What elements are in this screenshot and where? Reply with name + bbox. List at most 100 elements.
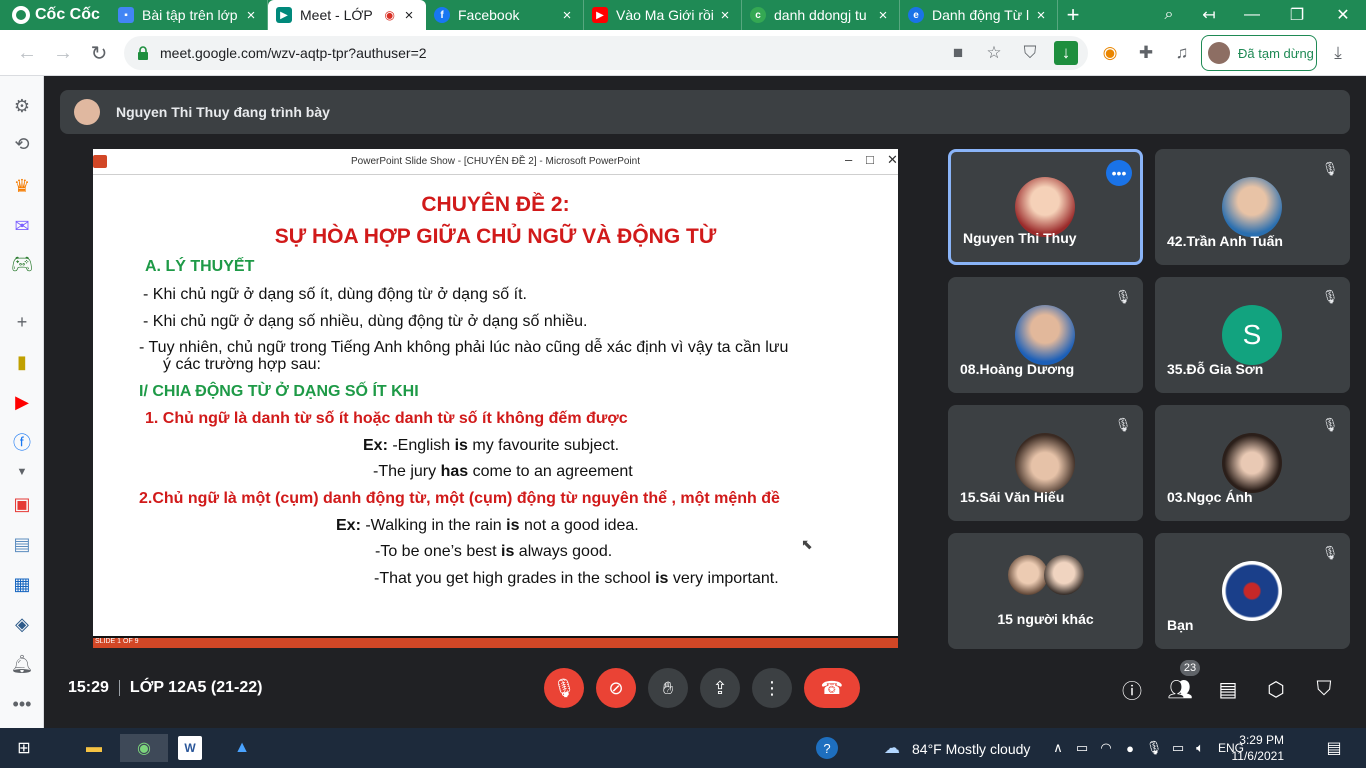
download-tray-icon[interactable]: ⤓	[1326, 41, 1350, 65]
participant-tile[interactable]: 🎙︎ 42.Trần Anh Tuấn	[1155, 149, 1350, 265]
tab-meet[interactable]: ▶ Meet - LỚP ◉ ×	[268, 0, 426, 30]
volume-icon[interactable]: 🔈︎	[1186, 734, 1214, 762]
tab-youtube[interactable]: ▶ Vào Ma Giới rồi ×	[584, 0, 742, 30]
maximize-icon: □	[866, 152, 874, 167]
close-tab-icon[interactable]: ×	[875, 7, 891, 24]
weather-text[interactable]: 84°F Mostly cloudy	[912, 741, 1030, 757]
notifications-icon[interactable]: ▤	[1320, 734, 1348, 762]
coccoc-taskbar-icon[interactable]: ◉	[120, 734, 168, 762]
address-field[interactable]: meet.google.com/wzv-aqtp-tpr?authuser=2	[124, 36, 1088, 70]
shield-icon[interactable]: ⛉	[1018, 41, 1042, 65]
participant-tile[interactable]: 🎙︎ 03.Ngọc Ánh	[1155, 405, 1350, 521]
more-options-button[interactable]: •••	[1106, 160, 1132, 186]
music-icon[interactable]: ♫	[1170, 41, 1194, 65]
tab-coccoc-search[interactable]: c danh ddongj tu ×	[742, 0, 900, 30]
more-options-button[interactable]: ⋮	[752, 668, 792, 708]
settings-gear-icon[interactable]: ⚙	[8, 92, 36, 120]
presenter-banner: Nguyen Thi Thuy đang trình bày	[60, 90, 1350, 134]
back-arrow-icon[interactable]: ↤	[1186, 0, 1232, 30]
tab-facebook[interactable]: f Facebook ×	[426, 0, 584, 30]
app-icon[interactable]: ◈	[8, 610, 36, 638]
meet-icon: ▶	[276, 7, 292, 23]
notes-icon[interactable]: ▮	[8, 348, 36, 376]
activities-icon[interactable]: ⬡	[1263, 676, 1289, 702]
chat-icon[interactable]: ▤	[1215, 676, 1241, 702]
present-button[interactable]: ⇪	[700, 668, 740, 708]
ex-text: -Walking in the rain	[360, 517, 507, 534]
extensions-puzzle-icon[interactable]: ✚	[1134, 41, 1158, 65]
people-icon[interactable]: 👥︎	[1167, 676, 1193, 702]
participant-tile[interactable]: 🎙︎ 15.Sái Văn Hiếu	[948, 405, 1143, 521]
meeting-details-icon[interactable]: ⓘ	[1119, 676, 1145, 703]
reload-button[interactable]: ↻	[84, 38, 114, 68]
bookmark-star-icon[interactable]: ☆	[982, 41, 1006, 65]
download-icon[interactable]: ↓	[1054, 41, 1078, 65]
phone-hangup-icon: ☎︎	[820, 677, 844, 698]
close-tab-icon[interactable]: ×	[717, 7, 733, 24]
raise-hand-button[interactable]: ✋︎	[648, 668, 688, 708]
notification-bell-icon[interactable]: 🔔︎	[8, 650, 36, 678]
rule-2: 2.Chủ ngữ là một (cụm) danh động từ, một…	[139, 490, 780, 507]
anime-app-icon[interactable]: ▤	[8, 530, 36, 558]
forward-button[interactable]: →	[48, 38, 78, 68]
close-tab-icon[interactable]: ×	[1033, 7, 1049, 24]
taskbar-clock[interactable]: 3:29 PM 11/6/2021	[1228, 732, 1285, 764]
participant-tile[interactable]: S 🎙︎ 35.Đỗ Gia Sơn	[1155, 277, 1350, 393]
participant-tile[interactable]: ••• Nguyen Thi Thuy	[948, 149, 1143, 265]
shopping-icon[interactable]: ▣	[8, 490, 36, 518]
file-explorer-icon[interactable]: ▬	[80, 734, 108, 762]
tab-classroom[interactable]: ▪ Bài tập trên lớp ×	[110, 0, 268, 30]
browser-brand-label: Cốc Cốc	[35, 6, 100, 23]
host-controls-lock-icon[interactable]: ⛉	[1311, 676, 1337, 702]
new-tab-button[interactable]: +	[1058, 2, 1088, 28]
classroom-icon: ▪	[118, 7, 134, 23]
restore-button[interactable]: ❐	[1274, 0, 1320, 30]
participant-count-badge: 23	[1180, 660, 1200, 676]
close-tab-icon[interactable]: ×	[401, 7, 417, 24]
ex-verb: is	[501, 543, 515, 560]
participant-tile[interactable]: 🎙︎ 08.Hoàng Dương	[948, 277, 1143, 393]
close-tab-icon[interactable]: ×	[243, 7, 259, 24]
facebook-icon[interactable]: ⓕ	[8, 428, 36, 456]
close-tab-icon[interactable]: ×	[559, 7, 575, 24]
others-tile[interactable]: 15 người khác	[948, 533, 1143, 649]
more-dots-icon[interactable]: •••	[8, 690, 36, 718]
photos-icon[interactable]: ▲	[228, 734, 256, 762]
leave-call-button[interactable]: ☎︎	[804, 668, 860, 708]
camera-toggle-button[interactable]: ⊘	[596, 668, 636, 708]
ex-text: not a good idea.	[519, 517, 639, 534]
minimize-button[interactable]: —	[1229, 0, 1275, 30]
crown-icon[interactable]: ♛	[8, 172, 36, 200]
chrome-extension-icon[interactable]: ◉	[1098, 41, 1122, 65]
section-a-heading: A. LÝ THUYẾT	[145, 258, 255, 275]
tiki-icon[interactable]: ▦	[8, 570, 36, 598]
mic-toggle-button[interactable]: 🎙︎	[544, 668, 584, 708]
ex-label: Ex:	[363, 437, 388, 454]
browser-logo[interactable]: Cốc Cốc	[0, 0, 110, 30]
messenger-icon[interactable]: ✉	[8, 212, 36, 240]
youtube-icon[interactable]: ▶	[8, 388, 36, 416]
profile-button[interactable]: Đã tạm dừng	[1201, 35, 1317, 71]
example-2: -The jury has come to an agreement	[373, 463, 633, 481]
ex-verb: is	[506, 517, 520, 534]
avatar: S	[1222, 305, 1282, 365]
chevron-down-icon[interactable]: ▼	[8, 458, 36, 486]
close-window-button[interactable]: ✕	[1320, 0, 1366, 30]
mic-off-icon: 🎙︎	[1321, 417, 1339, 432]
divider	[118, 679, 120, 696]
avatar	[1015, 305, 1075, 365]
tab-web[interactable]: e Danh động Từ l ×	[900, 0, 1058, 30]
camera-icon[interactable]: ■	[946, 41, 970, 65]
weather-cloud-icon[interactable]: ☁	[878, 734, 906, 762]
history-icon[interactable]: ⟲	[8, 130, 36, 158]
minimize-icon: –	[845, 152, 853, 167]
self-tile[interactable]: 🎙︎ Bạn	[1155, 533, 1350, 649]
youtube-icon: ▶	[592, 7, 608, 23]
gamepad-icon[interactable]: 🎮︎	[8, 250, 36, 278]
windows-start-icon[interactable]: ⊞	[10, 734, 38, 762]
ex-text: -To be one’s best	[375, 543, 502, 560]
word-icon[interactable]: W	[178, 736, 202, 760]
back-button[interactable]: ←	[12, 38, 42, 68]
help-icon[interactable]: ?	[816, 737, 838, 759]
add-icon[interactable]: +	[8, 308, 36, 336]
